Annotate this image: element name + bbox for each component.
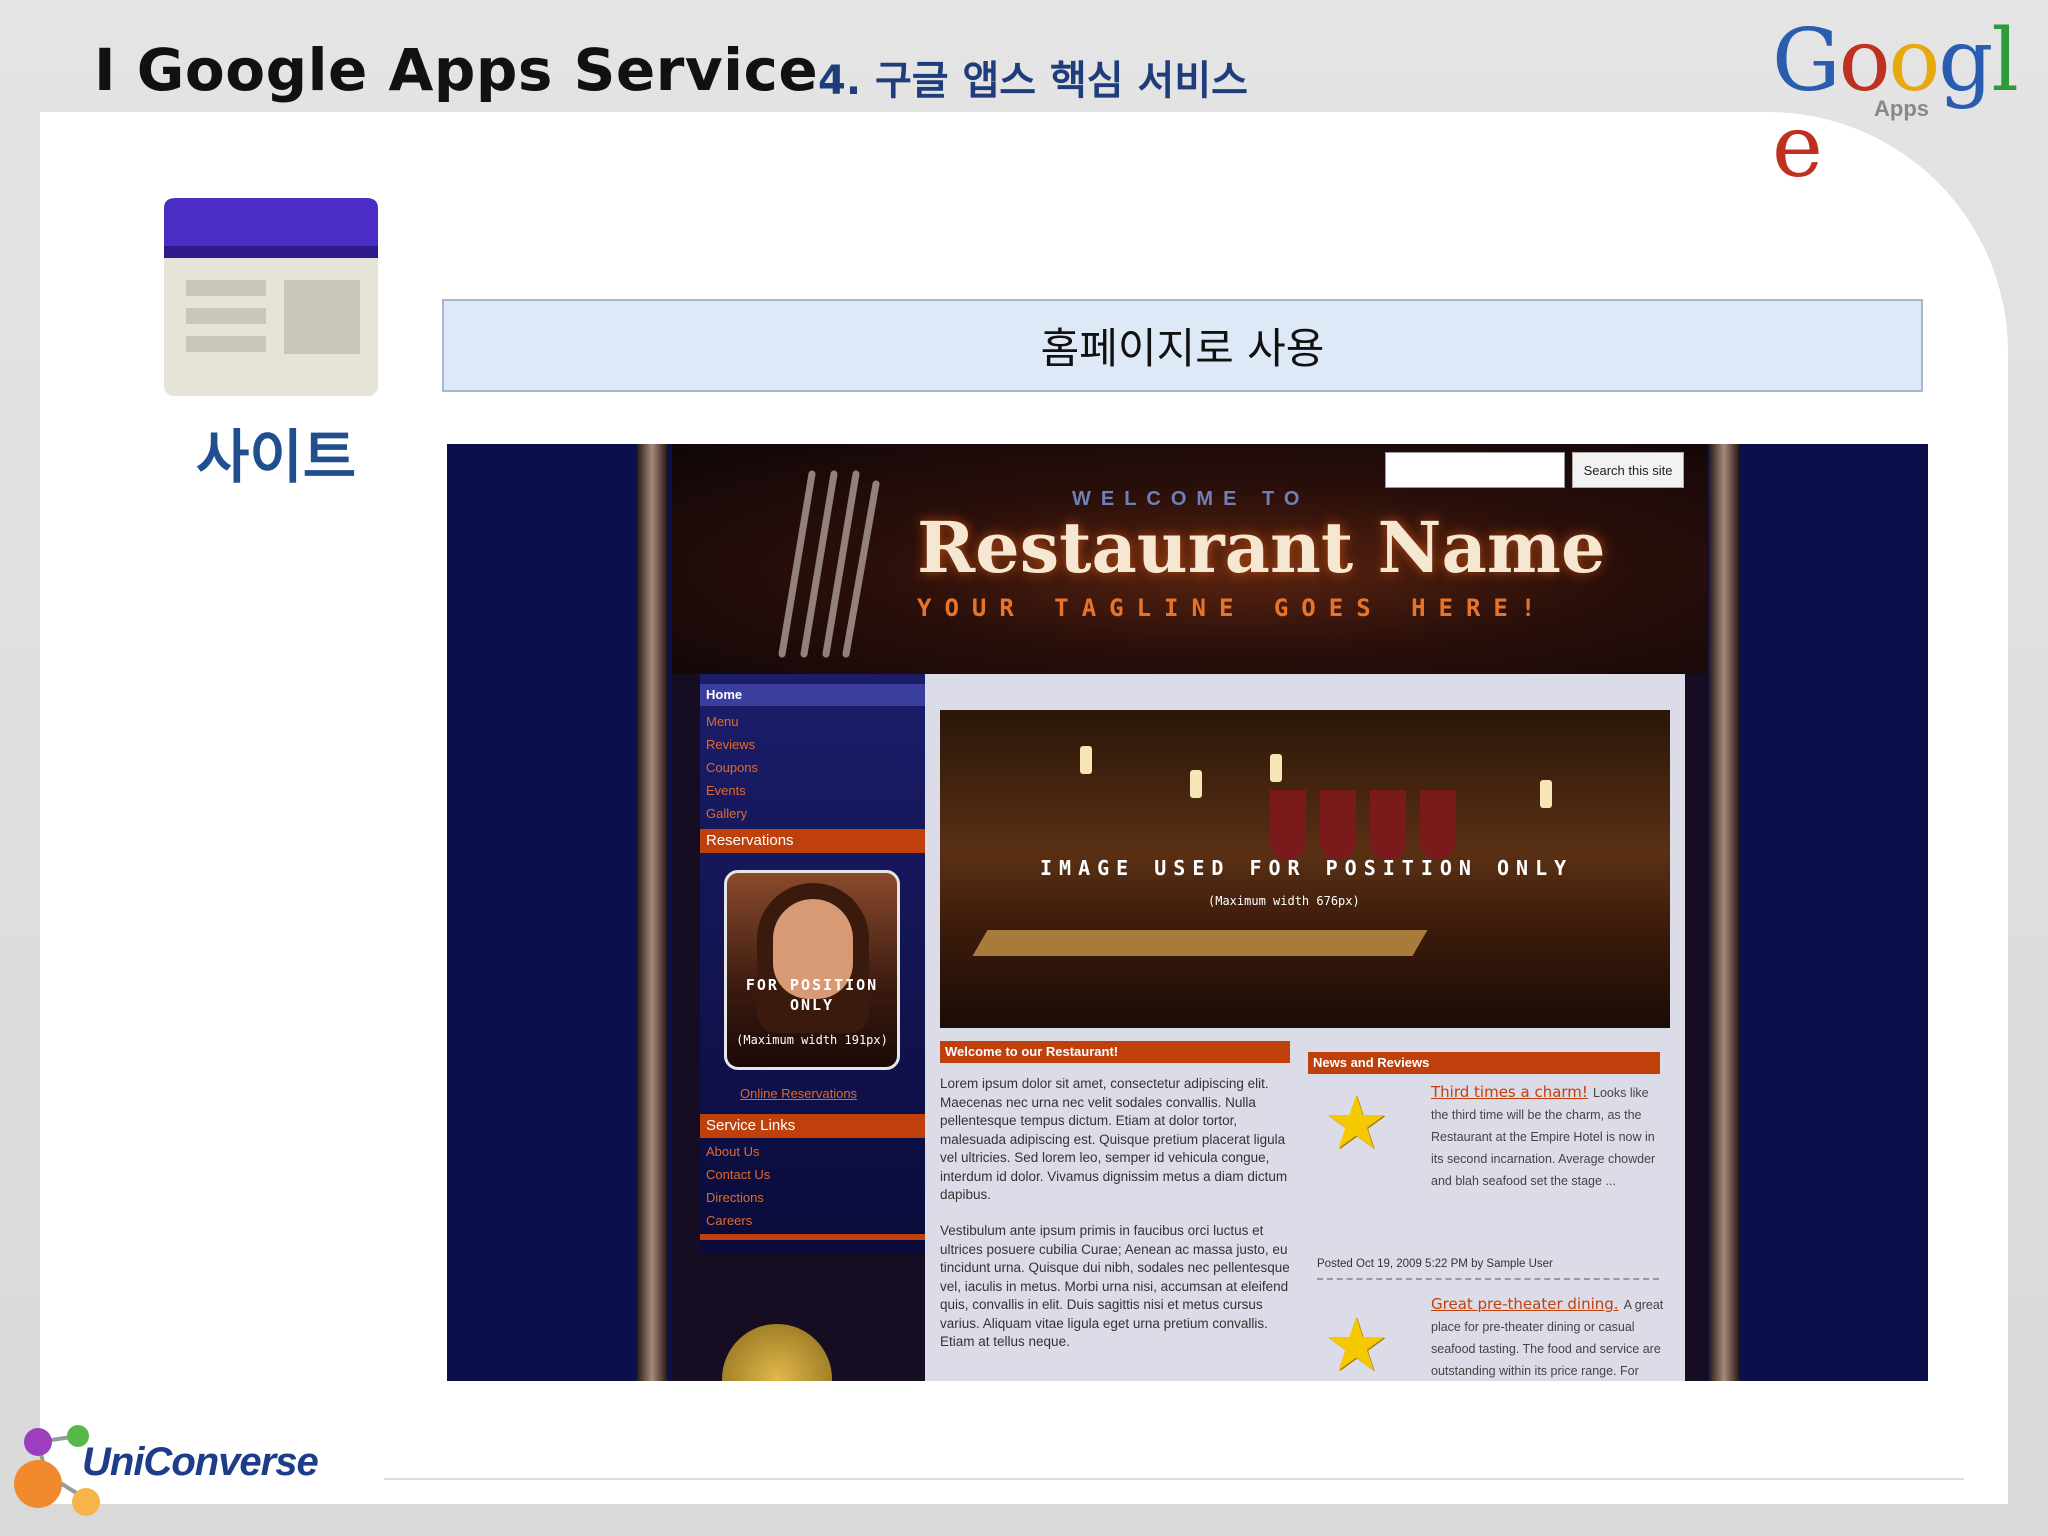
nav-contact-us[interactable]: Contact Us (706, 1167, 770, 1182)
hero-fpo: IMAGE USED FOR POSITION ONLY (1040, 856, 1574, 880)
news-heading: News and Reviews (1308, 1052, 1660, 1074)
news-posted: Posted Oct 19, 2009 5:22 PM by Sample Us… (1317, 1258, 1553, 1270)
curtain-shape (1420, 790, 1456, 860)
hero-bar-counter (972, 930, 1428, 956)
caption-box: 홈페이지로 사용 (442, 299, 1923, 392)
portrait-fpo-small: (Maximum width 191px) (736, 1033, 888, 1047)
news-item-2: Great pre-theater dining. A great place … (1431, 1294, 1665, 1381)
portrait-fpo: FOR POSITION ONLY (745, 976, 879, 1014)
lamp-icon (1270, 754, 1282, 782)
slide-subtitle: 4. 구글 앱스 핵심 서비스 (818, 58, 1248, 104)
nav-menu[interactable]: Menu (706, 714, 739, 729)
site-screenshot: Search this site WELCOME TO Restaurant N… (447, 444, 1928, 1381)
news-item-2-title[interactable]: Great pre-theater dining. (1431, 1295, 1619, 1313)
certified-seal-icon (722, 1324, 832, 1381)
star-icon: ★ (1323, 1302, 1390, 1381)
welcome-paragraph-2: Vestibulum ante ipsum primis in faucibus… (940, 1223, 1290, 1349)
nav-about-us[interactable]: About Us (706, 1144, 759, 1159)
nav-gallery[interactable]: Gallery (706, 806, 747, 821)
nav-reservations[interactable]: Reservations (700, 829, 925, 853)
nav-events[interactable]: Events (706, 783, 746, 798)
news-item-1: Third times a charm! Looks like the thir… (1431, 1082, 1665, 1192)
frame-left (637, 444, 667, 1381)
online-reservations-link[interactable]: Online Reservations (740, 1086, 857, 1101)
nav-coupons[interactable]: Coupons (706, 760, 758, 775)
nav-service-links: Service Links (700, 1114, 925, 1138)
service-label: 사이트 (196, 423, 357, 491)
lamp-icon (1080, 746, 1092, 774)
welcome-heading: Welcome to our Restaurant! (940, 1041, 1290, 1063)
slide-title: I Google Apps Service (94, 36, 819, 104)
caption-text: 홈페이지로 사용 (1040, 324, 1325, 373)
site-nav: Home Menu Reviews Coupons Events Gallery… (700, 674, 925, 1254)
frame-right (1709, 444, 1739, 1381)
site-search-button[interactable]: Search this site (1572, 452, 1684, 488)
news-item-1-title[interactable]: Third times a charm! (1431, 1083, 1588, 1101)
nav-bottom-bar (700, 1234, 925, 1240)
google-apps-label: Apps (1874, 96, 1929, 121)
lamp-icon (1540, 780, 1552, 808)
nav-reviews[interactable]: Reviews (706, 737, 755, 752)
hero-fpo-small: (Maximum width 676px) (1208, 894, 1360, 908)
restaurant-name: Restaurant Name (917, 506, 1606, 589)
uniconverse-brand: UniConverse (82, 1440, 319, 1484)
restaurant-site: Search this site WELCOME TO Restaurant N… (672, 444, 1707, 1381)
lamp-icon (1190, 770, 1202, 798)
welcome-paragraph-1: Lorem ipsum dolor sit amet, consectetur … (940, 1076, 1288, 1202)
curtain-shape (1320, 790, 1356, 860)
star-icon: ★ (1323, 1080, 1390, 1166)
news-item-1-text: Looks like the third time will be the ch… (1431, 1086, 1656, 1188)
google-sites-icon (164, 198, 378, 396)
portrait-image: FOR POSITION ONLY (Maximum width 191px) (724, 870, 900, 1070)
site-content: IMAGE USED FOR POSITION ONLY (Maximum wi… (925, 674, 1685, 1381)
restaurant-tagline: YOUR TAGLINE GOES HERE! (917, 594, 1549, 622)
footer-divider (384, 1478, 1964, 1480)
nav-directions[interactable]: Directions (706, 1190, 764, 1205)
curtain-shape (1370, 790, 1406, 860)
curtain-shape (1270, 790, 1306, 860)
site-search-input[interactable] (1385, 452, 1565, 488)
nav-careers[interactable]: Careers (706, 1213, 752, 1228)
nav-home[interactable]: Home (700, 684, 925, 706)
news-divider (1317, 1278, 1659, 1280)
hero-image: IMAGE USED FOR POSITION ONLY (Maximum wi… (940, 710, 1670, 1028)
site-banner: Search this site WELCOME TO Restaurant N… (672, 444, 1707, 674)
fork-icon (778, 470, 880, 658)
